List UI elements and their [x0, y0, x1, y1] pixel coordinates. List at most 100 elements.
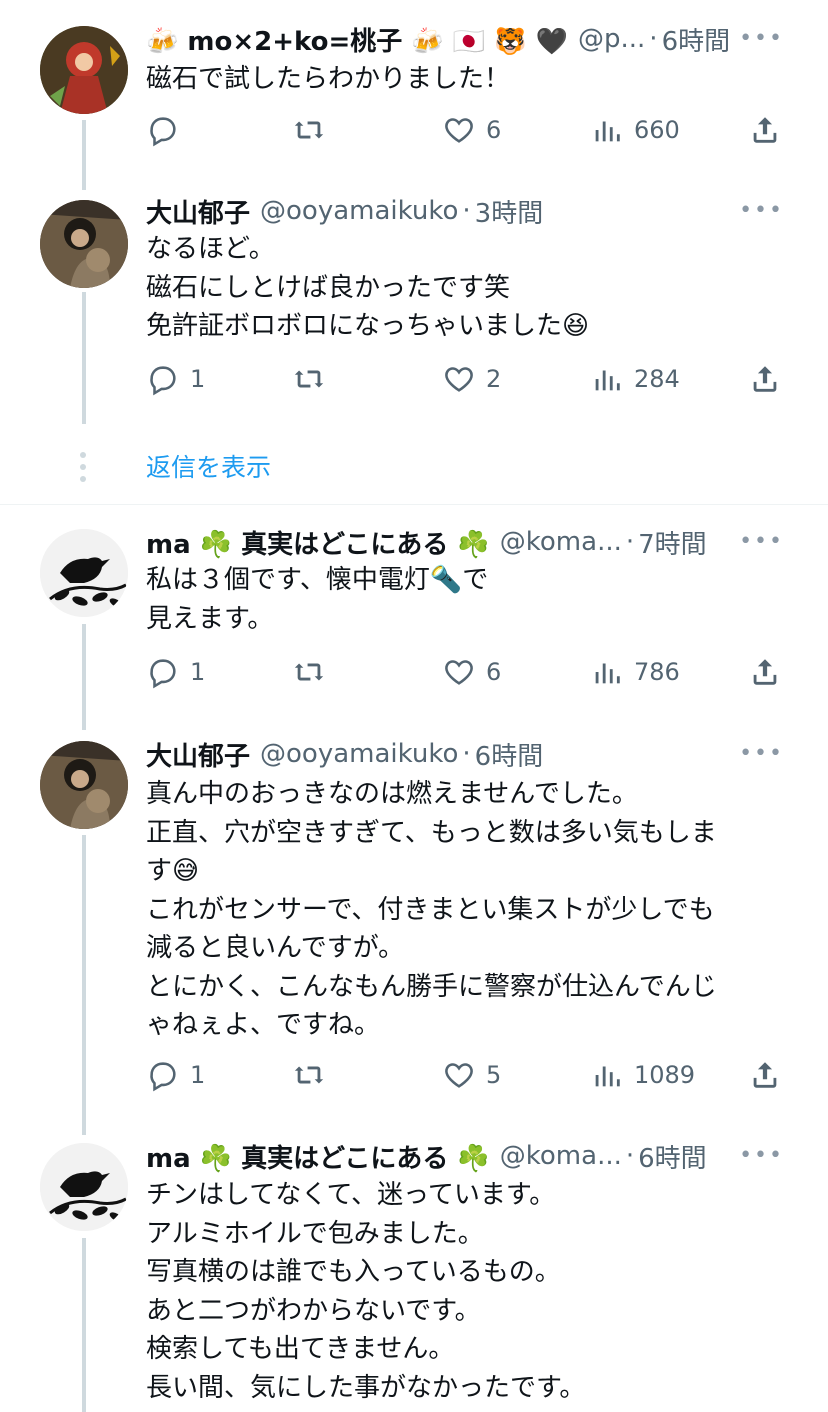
avatar[interactable] [40, 741, 128, 829]
tweet-text-line: 見えます。 [146, 603, 274, 634]
author-name[interactable]: 大山郁子 [146, 737, 250, 772]
like-count: 2 [486, 365, 502, 393]
heart-icon [445, 1063, 473, 1088]
timestamp[interactable]: 6時間 [638, 1139, 707, 1174]
separator-dot: · [625, 527, 635, 557]
author-handle[interactable]: @koma... [500, 527, 622, 557]
tweet[interactable]: 大山郁子 @ooyamaikuko · 6時間 ••• 真ん中のおっきなのは燃え… [0, 725, 828, 1135]
author-name[interactable]: ma ☘️ 真実はどこにある ☘️ [146, 1139, 490, 1174]
timestamp[interactable]: 7時間 [638, 525, 707, 560]
views-button[interactable]: 284 [590, 359, 680, 399]
tweet-header: 大山郁子 @ooyamaikuko · 3時間 [146, 194, 798, 228]
reply-button[interactable]: 1 [146, 359, 205, 399]
tweet[interactable]: 大山郁子 @ooyamaikuko · 3時間 ••• なるほど。 磁石にしとけ… [0, 190, 828, 490]
views-button[interactable]: 786 [590, 652, 680, 692]
reply-icon [150, 1062, 176, 1092]
share-button[interactable] [748, 652, 782, 692]
reply-icon [150, 117, 176, 147]
share-button[interactable] [748, 359, 782, 399]
retweet-icon [294, 370, 324, 388]
tweet-header: ma ☘️ 真実はどこにある ☘️ @koma... · 7時間 [146, 525, 798, 559]
more-icon[interactable]: ••• [739, 529, 784, 554]
action-bar: 1 6 786 [0, 652, 828, 692]
reply-button[interactable] [146, 110, 190, 150]
like-button[interactable]: 6 [442, 652, 501, 692]
tweet-text-line: アルミホイルで包みました。 [146, 1218, 484, 1249]
more-icon[interactable]: ••• [739, 198, 784, 223]
tweet-header: 大山郁子 @ooyamaikuko · 6時間 [146, 737, 798, 771]
tweet-text-line: す😅 [146, 856, 200, 886]
like-button[interactable]: 2 [442, 359, 501, 399]
tweet-text: 真ん中のおっきなのは燃えませんでした。 正直、穴が空きすぎて、もっと数は多い気も… [146, 775, 786, 1045]
reply-icon [150, 659, 176, 689]
tweet[interactable]: 🍻 mo×2+ko=桃子 🍻 🇯🇵 🐯 🖤 @p... · 6時間 ••• 磁石… [0, 0, 828, 190]
views-button[interactable]: 660 [590, 110, 680, 150]
views-icon [595, 1066, 620, 1087]
avatar[interactable] [40, 1143, 128, 1231]
reply-count: 1 [190, 1061, 206, 1089]
tweet-text-line: あと二つがわからないです。 [146, 1295, 481, 1326]
avatar-bird-illustration [40, 529, 128, 617]
separator-dot: · [649, 24, 658, 54]
avatar[interactable] [40, 529, 128, 617]
like-count: 6 [486, 116, 502, 144]
more-icon[interactable]: ••• [739, 741, 784, 766]
views-button[interactable]: 1089 [590, 1055, 695, 1095]
timestamp[interactable]: 6時間 [475, 737, 544, 772]
author-handle[interactable]: @p... [578, 24, 645, 54]
avatar-photo [40, 741, 128, 829]
tweet-header: ma ☘️ 真実はどこにある ☘️ @koma... · 6時間 [146, 1139, 798, 1173]
retweet-button[interactable] [292, 1055, 326, 1095]
avatar[interactable] [40, 200, 128, 288]
retweet-button[interactable] [292, 652, 326, 692]
author-handle[interactable]: @ooyamaikuko [260, 739, 458, 769]
tweet-text-line: ゃねぇよ、ですね。 [146, 1010, 381, 1040]
tweet-text-line: 磁石にしとけば良かったです笑 [146, 272, 511, 303]
tweet-text-line: とにかく、こんなもん勝手に警察が仕込んでんじ [146, 971, 717, 1002]
timestamp[interactable]: 3時間 [475, 194, 544, 229]
tweet-header: 🍻 mo×2+ko=桃子 🍻 🇯🇵 🐯 🖤 @p... · 6時間 [146, 22, 798, 56]
tweet-text-line: 写真横のは誰でも入っているもの。 [146, 1257, 561, 1287]
views-icon [595, 121, 620, 142]
show-replies-link[interactable]: 返信を表示 [146, 448, 271, 484]
action-bar: 1 2 284 [0, 359, 828, 399]
share-icon [753, 659, 777, 685]
reply-icon [150, 366, 176, 396]
author-handle[interactable]: @ooyamaikuko [260, 196, 458, 226]
more-icon[interactable]: ••• [739, 1143, 784, 1168]
views-count: 660 [634, 116, 680, 144]
author-name[interactable]: ma ☘️ 真実はどこにある ☘️ [146, 525, 490, 560]
reply-button[interactable]: 1 [146, 1055, 205, 1095]
like-button[interactable]: 5 [442, 1055, 501, 1095]
retweet-button[interactable] [292, 110, 326, 150]
retweet-button[interactable] [292, 359, 326, 399]
share-button[interactable] [748, 110, 782, 150]
separator-dot: · [462, 739, 471, 769]
tweet-text-line: 正直、穴が空きすぎて、もっと数は多い気もしま [146, 817, 717, 848]
tweet-text-line: 私は３個です、懐中電灯🔦で [146, 565, 489, 595]
tweet-text: なるほど。 磁石にしとけば良かったです笑 免許証ボロボロになっちゃいました😆 [146, 230, 786, 346]
retweet-icon [294, 1066, 324, 1084]
reply-count: 1 [190, 365, 206, 393]
avatar[interactable] [40, 26, 128, 114]
tweet-text-line: 長い間、気にした事がなかったです。 [146, 1372, 586, 1403]
tweet[interactable]: ma ☘️ 真実はどこにある ☘️ @koma... · 6時間 ••• チンは… [0, 1135, 828, 1412]
like-button[interactable]: 6 [442, 110, 501, 150]
views-count: 786 [634, 658, 680, 686]
author-name[interactable]: 大山郁子 [146, 194, 250, 229]
share-icon [753, 366, 777, 392]
share-icon [753, 117, 777, 143]
like-count: 6 [486, 658, 502, 686]
author-name[interactable]: 🍻 mo×2+ko=桃子 🍻 🇯🇵 🐯 🖤 [146, 22, 568, 57]
action-bar: 1 5 1089 [0, 1055, 828, 1095]
timestamp[interactable]: 6時間 [662, 22, 731, 57]
tweet[interactable]: ma ☘️ 真実はどこにある ☘️ @koma... · 7時間 ••• 私は３… [0, 505, 828, 725]
reply-button[interactable]: 1 [146, 652, 205, 692]
tweet-text-line: チンはしてなくて、迷っています。 [146, 1180, 556, 1210]
author-handle[interactable]: @koma... [500, 1141, 622, 1171]
more-icon[interactable]: ••• [739, 26, 784, 51]
tweet-text-line: 免許証ボロボロになっちゃいました😆 [146, 311, 590, 341]
tweet-text: チンはしてなくて、迷っています。 アルミホイルで包みました。 写真横のは誰でも入… [146, 1176, 786, 1407]
retweet-icon [294, 121, 324, 139]
share-button[interactable] [748, 1055, 782, 1095]
